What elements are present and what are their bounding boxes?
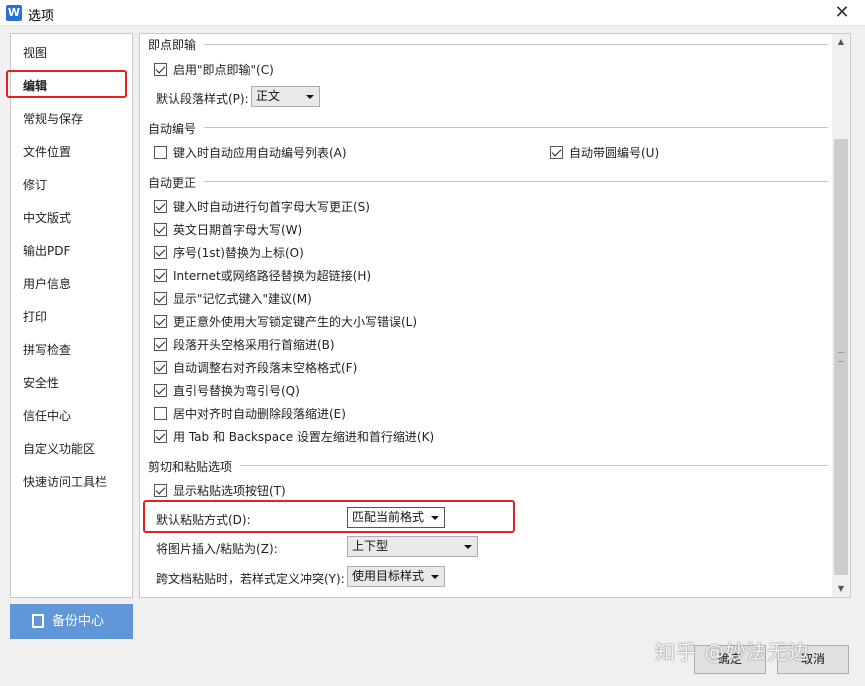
edit-highlight-box bbox=[6, 70, 127, 98]
select-value: 上下型 bbox=[352, 539, 389, 553]
checkbox[interactable] bbox=[154, 484, 167, 497]
sidebar-item-chinese-layout[interactable]: 中文版式 bbox=[23, 209, 71, 226]
option-label: 启用"即点即输"(C) bbox=[173, 63, 274, 77]
checkbox[interactable] bbox=[550, 146, 563, 159]
scroll-up-icon[interactable]: ▲ bbox=[832, 34, 850, 50]
checkbox[interactable] bbox=[154, 338, 167, 351]
option-label: 显示"记忆式键入"建议(M) bbox=[173, 292, 312, 306]
section-title-autocorrect: 自动更正 bbox=[148, 176, 197, 190]
option-label: 更正意外使用大写锁定键产生的大小写错误(L) bbox=[173, 315, 418, 329]
checkbox[interactable] bbox=[154, 146, 167, 159]
grip-icon bbox=[838, 352, 844, 362]
sidebar-item-general-save[interactable]: 常规与保存 bbox=[23, 110, 83, 127]
option-label: 自动调整右对齐段落末空格格式(F) bbox=[173, 361, 358, 375]
option-autocorrect-english-date[interactable]: 英文日期首字母大写(W) bbox=[154, 221, 302, 239]
close-icon[interactable]: ✕ bbox=[825, 0, 859, 25]
sidebar-item-print[interactable]: 打印 bbox=[23, 308, 47, 325]
option-autocorrect-center-remove-indent[interactable]: 居中对齐时自动删除段落缩进(E) bbox=[154, 405, 346, 423]
checkbox[interactable] bbox=[154, 246, 167, 259]
checkbox[interactable] bbox=[154, 63, 167, 76]
sidebar-item-revision[interactable]: 修订 bbox=[23, 176, 47, 193]
options-sidebar: 视图 编辑 常规与保存 文件位置 修订 中文版式 输出PDF 用户信息 打印 拼… bbox=[10, 33, 133, 598]
option-autocorrect-right-align-space[interactable]: 自动调整右对齐段落末空格格式(F) bbox=[154, 359, 357, 377]
option-label: 用 Tab 和 Backspace 设置左缩进和首行缩进(K) bbox=[173, 430, 435, 444]
sidebar-item-quick-access[interactable]: 快速访问工具栏 bbox=[23, 473, 107, 490]
backup-center-button[interactable]: 备份中心 bbox=[10, 604, 133, 639]
sidebar-item-view[interactable]: 视图 bbox=[23, 44, 47, 61]
checkbox[interactable] bbox=[154, 315, 167, 328]
section-title-instant-input: 即点即输 bbox=[148, 38, 197, 52]
chevron-down-icon bbox=[431, 575, 439, 579]
option-label: 居中对齐时自动删除段落缩进(E) bbox=[173, 407, 346, 421]
section-title-cut-paste: 剪切和粘贴选项 bbox=[148, 460, 233, 474]
image-insert-select[interactable]: 上下型 bbox=[347, 536, 478, 557]
option-autocorrect-leading-space-indent[interactable]: 段落开头空格采用行首缩进(B) bbox=[154, 336, 335, 354]
option-auto-circle-number[interactable]: 自动带圆编号(U) bbox=[550, 144, 659, 162]
sidebar-item-file-location[interactable]: 文件位置 bbox=[23, 143, 71, 160]
window-title: 选项 bbox=[28, 9, 55, 24]
checkbox[interactable] bbox=[154, 292, 167, 305]
option-autocorrect-smart-quotes[interactable]: 直引号替换为弯引号(Q) bbox=[154, 382, 300, 400]
option-label: 显示粘贴选项按钮(T) bbox=[173, 484, 286, 498]
checkbox[interactable] bbox=[154, 361, 167, 374]
sidebar-item-custom-ribbon[interactable]: 自定义功能区 bbox=[23, 440, 95, 457]
section-title-auto-numbering: 自动编号 bbox=[148, 122, 197, 136]
backup-center-label: 备份中心 bbox=[52, 614, 105, 629]
cross-doc-paste-label: 跨文档粘贴时，若样式定义冲突(Y): bbox=[156, 572, 345, 586]
sidebar-item-trust-center[interactable]: 信任中心 bbox=[23, 407, 71, 424]
checkbox[interactable] bbox=[154, 223, 167, 236]
section-divider bbox=[204, 44, 828, 45]
sidebar-item-export-pdf[interactable]: 输出PDF bbox=[23, 242, 70, 259]
chevron-down-icon bbox=[464, 545, 472, 549]
wps-writer-icon: W bbox=[6, 5, 22, 21]
select-value: 使用目标样式 bbox=[352, 569, 425, 583]
section-divider bbox=[204, 127, 828, 128]
sidebar-item-spell-check[interactable]: 拼写检查 bbox=[23, 341, 71, 358]
option-label: Internet或网络路径替换为超链接(H) bbox=[173, 269, 372, 283]
option-autocorrect-tab-backspace-indent[interactable]: 用 Tab 和 Backspace 设置左缩进和首行缩进(K) bbox=[154, 428, 434, 446]
default-style-select[interactable]: 正文 bbox=[251, 86, 320, 107]
checkbox[interactable] bbox=[154, 407, 167, 420]
section-divider bbox=[240, 465, 828, 466]
image-insert-label: 将图片插入/粘贴为(Z): bbox=[156, 542, 278, 556]
section-divider bbox=[204, 181, 828, 182]
sidebar-item-user-info[interactable]: 用户信息 bbox=[23, 275, 71, 292]
vertical-scrollbar[interactable]: ▲ ▼ bbox=[832, 34, 850, 597]
default-paste-highlight-box bbox=[143, 500, 515, 533]
default-style-label: 默认段落样式(P): bbox=[156, 92, 249, 106]
option-label: 段落开头空格采用行首缩进(B) bbox=[173, 338, 335, 352]
option-autocorrect-autocomplete[interactable]: 显示"记忆式键入"建议(M) bbox=[154, 290, 312, 308]
sidebar-item-security[interactable]: 安全性 bbox=[23, 374, 59, 391]
option-autocorrect-ordinal-superscript[interactable]: 序号(1st)替换为上标(O) bbox=[154, 244, 304, 262]
checkbox[interactable] bbox=[154, 269, 167, 282]
backup-icon bbox=[32, 614, 44, 628]
scroll-down-icon[interactable]: ▼ bbox=[832, 581, 850, 597]
option-auto-number-list[interactable]: 键入时自动应用自动编号列表(A) bbox=[154, 144, 347, 162]
scrollbar-thumb[interactable] bbox=[834, 139, 848, 575]
option-label: 英文日期首字母大写(W) bbox=[173, 223, 303, 237]
option-label: 键入时自动进行句首字母大写更正(S) bbox=[173, 200, 370, 214]
title-bar: W 选项 ✕ bbox=[0, 0, 865, 26]
checkbox[interactable] bbox=[154, 384, 167, 397]
option-label: 直引号替换为弯引号(Q) bbox=[173, 384, 300, 398]
option-autocorrect-capitalize[interactable]: 键入时自动进行句首字母大写更正(S) bbox=[154, 198, 370, 216]
chevron-down-icon bbox=[306, 95, 314, 99]
option-autocorrect-hyperlink[interactable]: Internet或网络路径替换为超链接(H) bbox=[154, 267, 371, 285]
cross-doc-paste-select[interactable]: 使用目标样式 bbox=[347, 566, 445, 587]
option-label: 序号(1st)替换为上标(O) bbox=[173, 246, 304, 260]
option-autocorrect-caps-lock[interactable]: 更正意外使用大写锁定键产生的大小写错误(L) bbox=[154, 313, 417, 331]
option-label: 自动带圆编号(U) bbox=[569, 146, 660, 160]
checkbox[interactable] bbox=[154, 430, 167, 443]
zhihu-watermark: 知乎 @妙法无边 bbox=[655, 640, 810, 664]
option-show-paste-button[interactable]: 显示粘贴选项按钮(T) bbox=[154, 482, 286, 500]
select-value: 正文 bbox=[256, 89, 281, 103]
checkbox[interactable] bbox=[154, 200, 167, 213]
option-enable-instant-input[interactable]: 启用"即点即输"(C) bbox=[154, 61, 274, 79]
option-label: 键入时自动应用自动编号列表(A) bbox=[173, 146, 347, 160]
